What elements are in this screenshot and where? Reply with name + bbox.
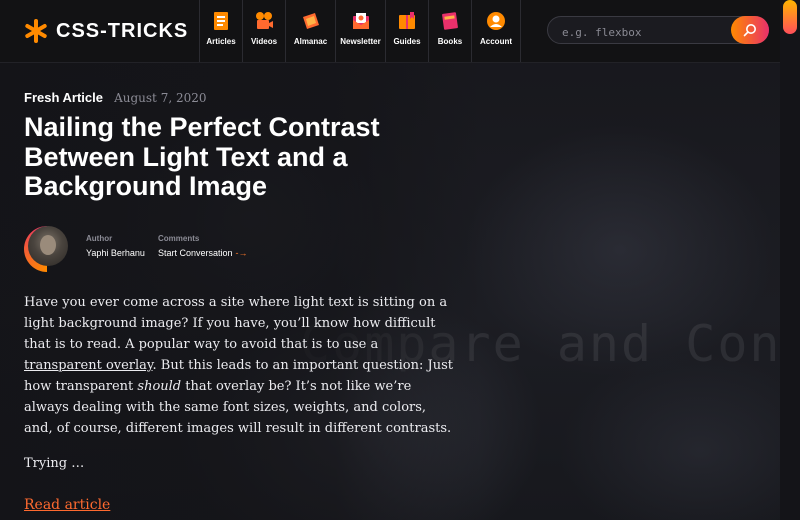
comments-label: Comments bbox=[158, 234, 200, 243]
nav-guides[interactable]: Guides bbox=[385, 0, 428, 62]
search-input[interactable] bbox=[560, 22, 724, 42]
newsletter-icon bbox=[352, 13, 369, 29]
start-conversation-link[interactable]: Start Conversation -→ bbox=[158, 248, 248, 258]
transparent-overlay-link[interactable]: transparent overlay bbox=[24, 358, 153, 373]
arrow-right-icon: -→ bbox=[235, 248, 248, 258]
nav-label: Articles bbox=[206, 37, 236, 46]
guides-icon bbox=[399, 12, 415, 29]
nav-articles[interactable]: Articles bbox=[199, 0, 242, 62]
account-icon bbox=[487, 12, 505, 30]
scrollbar-thumb[interactable] bbox=[783, 0, 797, 34]
article-date: August 7, 2020 bbox=[114, 91, 207, 105]
search-box bbox=[547, 16, 769, 44]
nav-videos[interactable]: Videos bbox=[242, 0, 285, 62]
author-name-link[interactable]: Yaphi Berhanu bbox=[86, 248, 145, 258]
nav-books[interactable]: Books bbox=[428, 0, 471, 62]
almanac-icon bbox=[302, 13, 319, 29]
author-label: Author bbox=[86, 234, 113, 243]
nav-account[interactable]: Account bbox=[471, 0, 521, 62]
excerpt-emphasis: should bbox=[137, 379, 182, 394]
nav-label: Videos bbox=[250, 37, 278, 46]
nav-label: Guides bbox=[393, 37, 421, 46]
start-conversation-text: Start Conversation bbox=[158, 248, 233, 258]
article-title[interactable]: Nailing the Perfect Contrast Between Lig… bbox=[24, 112, 454, 202]
nav-label: Books bbox=[437, 37, 463, 46]
read-article-link[interactable]: Read article bbox=[24, 497, 110, 513]
article-meta-line: Fresh Article August 7, 2020 bbox=[24, 87, 207, 106]
search-button[interactable] bbox=[731, 16, 769, 44]
nav-label: Newsletter bbox=[340, 37, 381, 46]
fresh-article-badge: Fresh Article bbox=[24, 90, 103, 105]
author-block: Author Yaphi Berhanu Comments Start Conv… bbox=[24, 226, 324, 276]
site-logo-text: CSS-TRICKS bbox=[56, 19, 189, 42]
search-icon bbox=[743, 24, 756, 37]
videos-icon bbox=[256, 12, 273, 29]
nav-label: Account bbox=[480, 37, 512, 46]
comments-meta: Comments Start Conversation -→ bbox=[158, 234, 248, 258]
scrollbar-track[interactable] bbox=[780, 0, 800, 520]
nav-newsletter[interactable]: Newsletter bbox=[335, 0, 385, 62]
asterisk-logo-icon bbox=[25, 19, 47, 43]
excerpt-part: Have you ever come across a site where l… bbox=[24, 295, 448, 352]
books-icon bbox=[442, 12, 458, 30]
main-nav: Articles Videos Almanac Newsletter Guide… bbox=[199, 0, 521, 62]
author-meta: Author Yaphi Berhanu bbox=[86, 234, 145, 258]
nav-almanac[interactable]: Almanac bbox=[285, 0, 335, 62]
excerpt-continuation: Trying … bbox=[24, 456, 85, 471]
avatar-face bbox=[40, 235, 56, 255]
author-avatar[interactable] bbox=[28, 226, 68, 266]
site-logo-link[interactable]: CSS-TRICKS bbox=[24, 16, 188, 46]
article-excerpt: Have you ever come across a site where l… bbox=[24, 292, 454, 439]
site-header: CSS-TRICKS Articles Videos Almanac Newsl… bbox=[0, 0, 780, 63]
nav-label: Almanac bbox=[293, 37, 328, 46]
articles-icon bbox=[214, 12, 228, 30]
